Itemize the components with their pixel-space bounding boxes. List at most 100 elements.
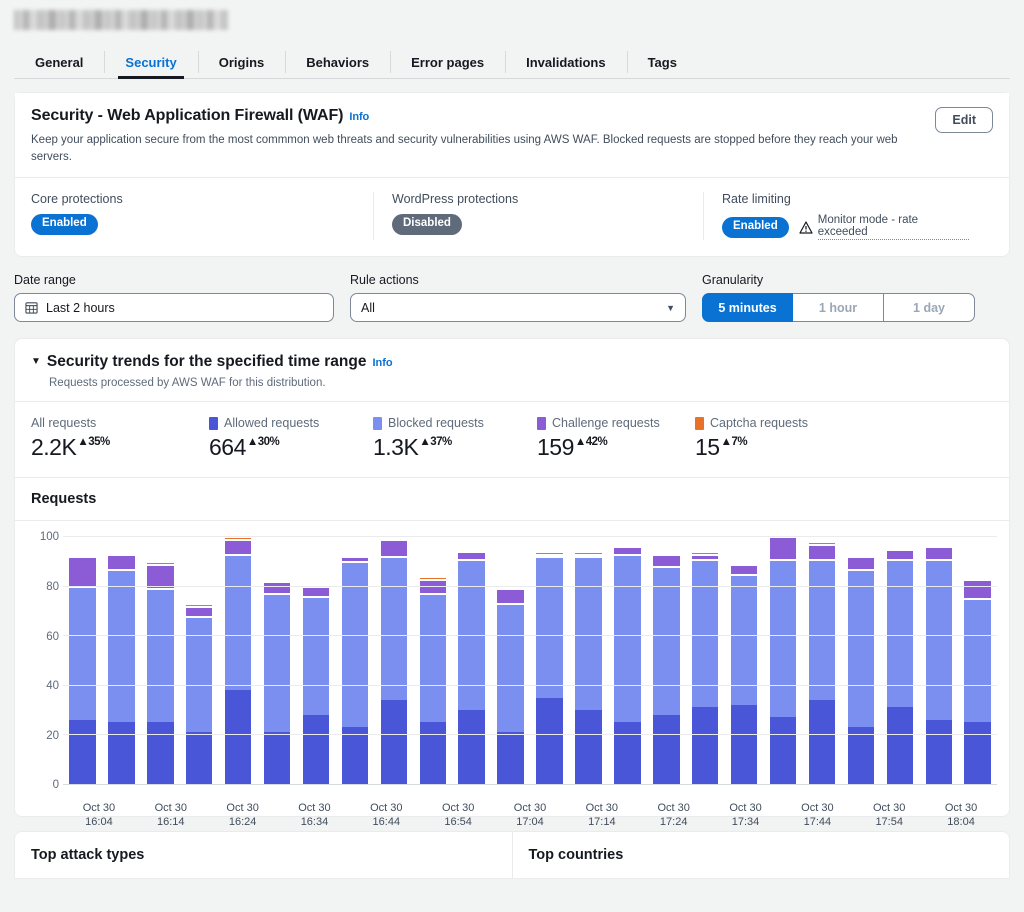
tab-tags[interactable]: Tags	[627, 46, 698, 78]
bar-slot[interactable]	[764, 537, 803, 784]
bar-slot[interactable]	[880, 537, 919, 784]
tab-error-pages[interactable]: Error pages	[390, 46, 505, 78]
bar-slot[interactable]	[102, 537, 141, 784]
metric-value: 2.2K	[31, 434, 76, 461]
tab-security[interactable]: Security	[104, 46, 197, 78]
edit-button[interactable]: Edit	[935, 107, 993, 133]
stacked-bar[interactable]	[653, 554, 679, 785]
rate-limit-warning[interactable]: Monitor mode - rate exceeded	[799, 214, 969, 240]
metric-value: 664	[209, 434, 246, 461]
bar-segment-allowed	[731, 705, 757, 784]
bar-segment-allowed	[887, 707, 913, 784]
bar-segment-challenge	[186, 606, 212, 616]
metric-label: Challenge requests	[552, 416, 660, 430]
security-trends-panel: ▼ Security trends for the specified time…	[14, 338, 1010, 817]
bar-slot[interactable]	[919, 537, 958, 784]
bar-slot[interactable]	[569, 537, 608, 784]
metric-label-row: Blocked requests	[373, 416, 519, 430]
stacked-bar[interactable]	[420, 576, 446, 784]
bar-segment-challenge	[225, 539, 251, 554]
metric-label-row: All requests	[31, 416, 191, 430]
stacked-bar[interactable]	[926, 546, 952, 784]
bar-segment-allowed	[186, 732, 212, 784]
rate-limit-warning-text[interactable]: Monitor mode - rate exceeded	[818, 214, 969, 240]
bar-slot[interactable]	[647, 537, 686, 784]
bar-slot[interactable]	[686, 537, 725, 784]
bar-slot[interactable]	[297, 537, 336, 784]
stacked-bar[interactable]	[108, 554, 134, 785]
bar-slot[interactable]	[335, 537, 374, 784]
bar-slot[interactable]	[63, 537, 102, 784]
stacked-bar[interactable]	[731, 564, 757, 785]
stacked-bar[interactable]	[458, 549, 484, 785]
waf-description: Keep your application secure from the mo…	[31, 132, 935, 165]
legend-swatch-icon	[695, 417, 704, 430]
metric-value: 15	[695, 434, 720, 461]
metric-value-row: 664▲30%	[209, 434, 355, 461]
stacked-bar[interactable]	[770, 536, 796, 784]
bar-slot[interactable]	[491, 537, 530, 784]
bar-slot[interactable]	[180, 537, 219, 784]
bar-slot[interactable]	[725, 537, 764, 784]
metric-value-row: 2.2K▲35%	[31, 434, 191, 461]
date-range-input[interactable]: Last 2 hours	[14, 293, 334, 322]
rule-actions-select[interactable]: All ▼	[350, 293, 686, 322]
stacked-bar[interactable]	[887, 549, 913, 785]
bar-segment-challenge	[887, 549, 913, 559]
stacked-bar[interactable]	[848, 554, 874, 785]
stacked-bar[interactable]	[186, 603, 212, 784]
stacked-bar[interactable]	[381, 539, 407, 785]
waf-panel-header: Security - Web Application Firewall (WAF…	[15, 93, 1009, 177]
stacked-bar[interactable]	[614, 546, 640, 784]
collapse-twisty-icon[interactable]: ▼	[31, 357, 41, 367]
gridline	[63, 685, 997, 686]
x-axis-tick-label: Oct 3016:44	[350, 802, 422, 830]
protection-label: Core protections	[31, 192, 349, 206]
bar-slot[interactable]	[219, 537, 258, 784]
bar-slot[interactable]	[258, 537, 297, 784]
bar-segment-blocked	[108, 569, 134, 723]
stacked-bar[interactable]	[225, 536, 251, 784]
plot-area	[63, 537, 997, 785]
tab-behaviors[interactable]: Behaviors	[285, 46, 390, 78]
gridline	[63, 536, 997, 537]
waf-info-link[interactable]: Info	[349, 111, 369, 123]
stacked-bar[interactable]	[264, 579, 290, 785]
trends-info-link[interactable]: Info	[372, 357, 392, 369]
stacked-bar[interactable]	[809, 541, 835, 784]
bar-segment-blocked	[225, 554, 251, 690]
bar-slot[interactable]	[374, 537, 413, 784]
bar-slot[interactable]	[452, 537, 491, 784]
stacked-bar[interactable]	[342, 554, 368, 785]
tab-bar: GeneralSecurityOriginsBehaviorsError pag…	[14, 46, 1010, 79]
bar-segment-blocked	[614, 554, 640, 723]
granularity-option-5-minutes[interactable]: 5 minutes	[702, 293, 793, 322]
tab-origins[interactable]: Origins	[198, 46, 286, 78]
stacked-bar[interactable]	[147, 561, 173, 784]
bar-segment-allowed	[342, 727, 368, 784]
bar-segment-challenge	[303, 586, 329, 596]
y-axis-tick-label: 100	[27, 531, 59, 543]
waf-title: Security - Web Application Firewall (WAF…	[31, 107, 343, 125]
tab-invalidations[interactable]: Invalidations	[505, 46, 626, 78]
metric-label: Allowed requests	[224, 416, 319, 430]
bar-slot[interactable]	[841, 537, 880, 784]
bar-segment-allowed	[809, 700, 835, 784]
bar-slot[interactable]	[958, 537, 997, 784]
x-axis-tick-label: Oct 3017:34	[710, 802, 782, 830]
bar-slot[interactable]	[530, 537, 569, 784]
bar-slot[interactable]	[608, 537, 647, 784]
bar-segment-blocked	[536, 556, 562, 697]
bar-slot[interactable]	[803, 537, 842, 784]
stacked-bar[interactable]	[69, 556, 95, 784]
bar-slot[interactable]	[141, 537, 180, 784]
y-axis-tick-label: 80	[27, 581, 59, 593]
stacked-bar[interactable]	[964, 579, 990, 785]
protection-rate-limiting: Rate limitingEnabledMonitor mode - rate …	[703, 192, 993, 240]
bar-segment-allowed	[848, 727, 874, 784]
bar-segment-blocked	[770, 559, 796, 718]
metric-label: All requests	[31, 416, 96, 430]
tab-general[interactable]: General	[14, 46, 104, 78]
metrics-row: All requests 2.2K▲35% Allowed requests 664▲…	[15, 401, 1009, 477]
bar-slot[interactable]	[413, 537, 452, 784]
